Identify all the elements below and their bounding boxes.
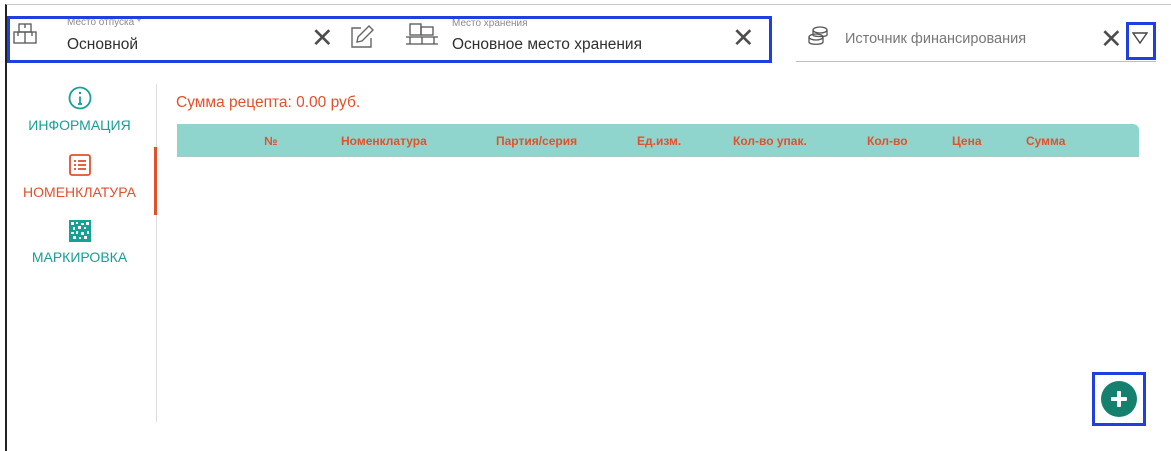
column-header-number[interactable]: № xyxy=(264,134,277,148)
funding-source-clear-icon[interactable]: ✕ xyxy=(1100,26,1123,53)
release-place-value[interactable]: Основной xyxy=(67,36,138,54)
funding-source-field[interactable]: Источник финансирования ✕ xyxy=(796,17,1156,64)
column-header-nomenclature[interactable]: Номенклатура xyxy=(341,134,427,148)
column-header-unit[interactable]: Ед.изм. xyxy=(637,134,681,148)
sidebar-divider xyxy=(156,84,157,422)
info-icon xyxy=(68,86,92,115)
sidebar-item-information[interactable]: ИНФОРМАЦИЯ xyxy=(17,86,142,133)
sidebar-item-marking-label: МАРКИРОВКА xyxy=(31,249,128,265)
release-place-field[interactable]: Место отпуска * Основной ✕ xyxy=(13,17,388,64)
column-header-price[interactable]: Цена xyxy=(952,134,982,148)
storage-place-field[interactable]: Место хранения Основное место хранения ✕ xyxy=(405,17,770,64)
release-place-label: Место отпуска * xyxy=(67,17,141,28)
storage-icon xyxy=(405,23,439,47)
column-header-batch[interactable]: Партия/серия xyxy=(496,134,577,148)
add-row-button[interactable] xyxy=(1101,381,1137,417)
column-header-package-qty[interactable]: Кол-во упак. xyxy=(733,134,807,148)
storage-place-value[interactable]: Основное место хранения xyxy=(452,36,642,54)
sidebar-active-indicator xyxy=(154,147,157,215)
sidebar-item-nomenclature[interactable]: НОМЕНКЛАТУРА xyxy=(17,153,142,200)
sidebar-item-nomenclature-label: НОМЕНКЛАТУРА xyxy=(23,184,136,200)
chevron-down-icon[interactable] xyxy=(1132,31,1148,45)
document-form xyxy=(5,4,1171,451)
storage-place-label: Место хранения xyxy=(452,18,528,29)
edit-icon[interactable] xyxy=(349,24,375,50)
release-place-clear-icon[interactable]: ✕ xyxy=(311,25,334,52)
datamatrix-icon xyxy=(68,220,91,247)
column-header-sum[interactable]: Сумма xyxy=(1026,134,1065,148)
coins-icon xyxy=(807,26,829,46)
storage-place-clear-icon[interactable]: ✕ xyxy=(732,25,755,52)
recipe-sum: Сумма рецепта: 0.00 руб. xyxy=(176,94,361,111)
warehouse-icon xyxy=(13,23,37,45)
sidebar-item-information-label: ИНФОРМАЦИЯ xyxy=(28,117,131,133)
column-header-qty[interactable]: Кол-во xyxy=(867,134,908,148)
list-icon xyxy=(68,153,92,182)
funding-source-underline xyxy=(796,61,1156,62)
funding-source-input[interactable]: Источник финансирования xyxy=(845,31,1026,47)
sidebar-item-marking[interactable]: МАРКИРОВКА xyxy=(17,220,142,265)
nomenclature-table-header: № Номенклатура Партия/серия Ед.изм. Кол-… xyxy=(177,124,1139,157)
